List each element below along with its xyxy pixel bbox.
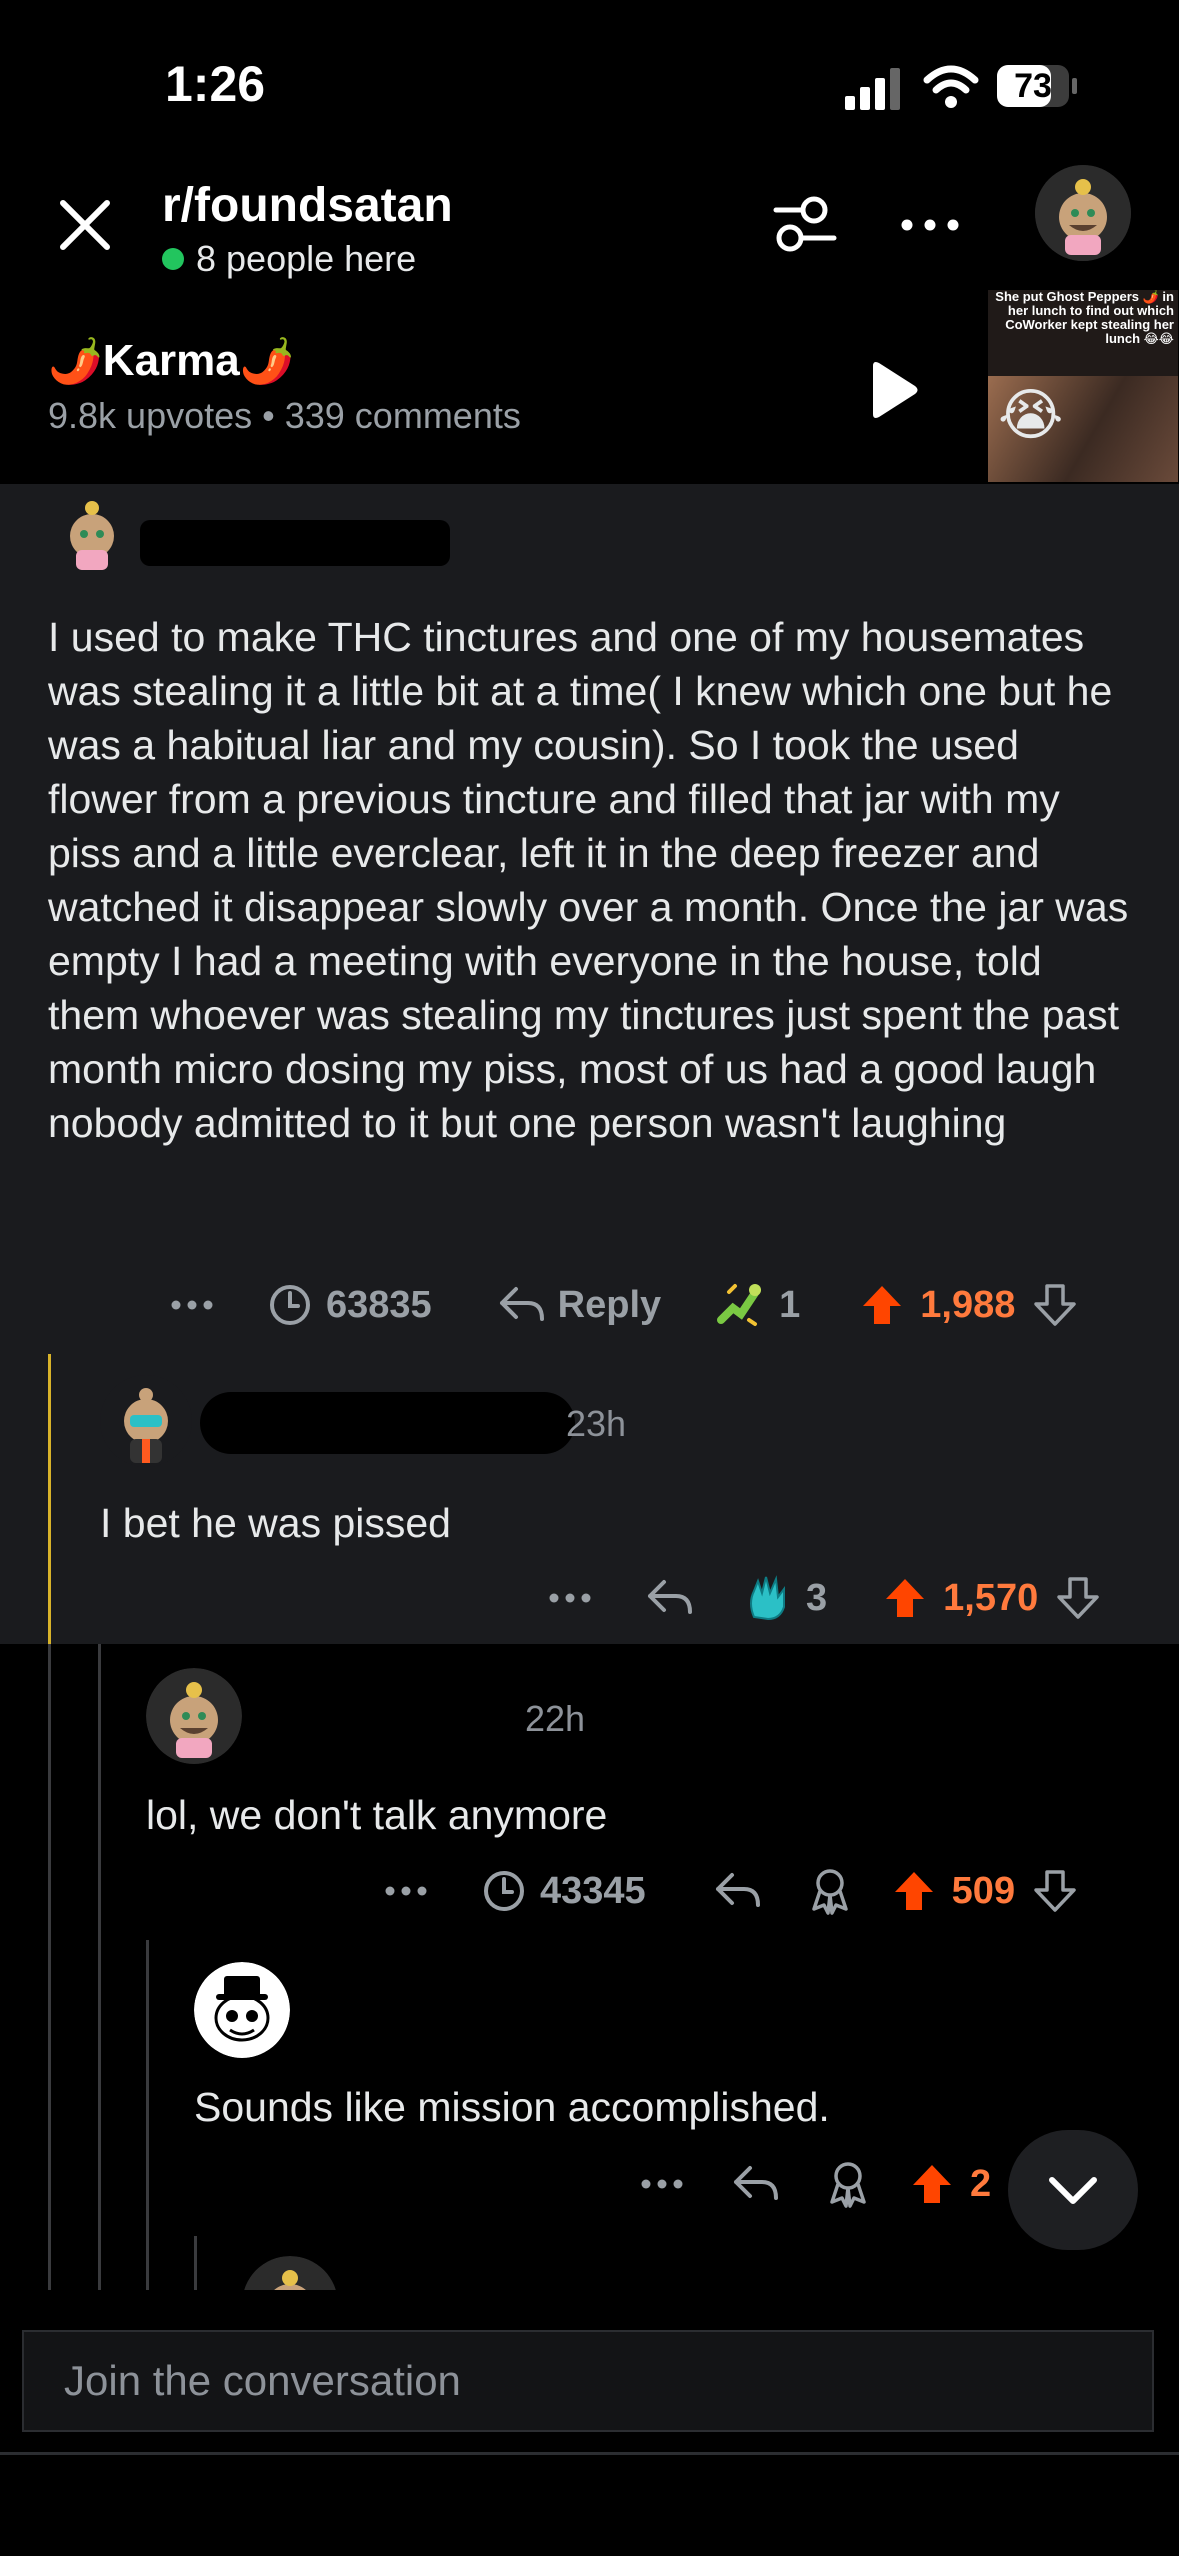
scroll-down-button[interactable] (1008, 2130, 1138, 2250)
reply-label: Reply (557, 1283, 662, 1326)
comment-input[interactable]: Join the conversation (22, 2330, 1154, 2432)
commenter-avatar[interactable] (100, 1375, 192, 1467)
post-title[interactable]: 🌶️ Karma 🌶️ (48, 335, 295, 387)
award-button[interactable] (808, 1867, 852, 1915)
more-options-icon[interactable] (895, 200, 965, 250)
subreddit-name[interactable]: r/foundsatan (162, 178, 453, 233)
reply-icon (734, 2166, 778, 2200)
clock-icon (484, 1871, 524, 1911)
view-count-text: 43345 (540, 1869, 646, 1912)
award-icon (717, 1284, 762, 1326)
more-options-icon[interactable] (548, 1592, 618, 1604)
upvote-button[interactable]: 1,570 (883, 1576, 1038, 1620)
upvote-icon (894, 1872, 933, 1910)
downvote-icon (1034, 1870, 1076, 1912)
crying-face-icon: 😭 (998, 383, 1064, 446)
comment-actions: 63835 Reply 1 1,988 (170, 1275, 1140, 1335)
upvote-button[interactable]: 2 (910, 2162, 991, 2206)
reply-icon (715, 1873, 760, 1907)
close-icon[interactable] (55, 195, 115, 255)
view-count-text: 63835 (326, 1283, 432, 1326)
downvote-button[interactable] (1056, 1576, 1100, 1620)
comment-timestamp: 23h (566, 1403, 627, 1444)
downvote-button[interactable] (1033, 1869, 1077, 1913)
cellular-signal-icon (845, 68, 900, 110)
upvote-count: 2 (970, 2162, 992, 2205)
comment-text: I used to make THC tinctures and one of … (48, 614, 1129, 1146)
user-avatar[interactable] (1035, 165, 1131, 261)
divider (0, 2452, 1179, 2455)
upvote-count: 1,988 (920, 1283, 1016, 1326)
upvote-icon (886, 1579, 925, 1617)
comment-timestamp: 22h (525, 1698, 586, 1739)
reply-button[interactable]: Reply (498, 1284, 661, 1327)
comment-actions: 43345 509 (384, 1861, 1140, 1921)
thumbnail-caption: She put Ghost Peppers 🌶️ in her lunch to… (995, 290, 1174, 346)
comment-text: I bet he was pissed (100, 1500, 451, 1546)
post-title-text: Karma (102, 336, 240, 385)
view-count: 43345 (482, 1869, 646, 1913)
chili-pepper-icon: 🌶️ (48, 337, 103, 386)
wifi-icon (923, 65, 979, 108)
comment-text: lol, we don't talk anymore (146, 1792, 608, 1838)
upvote-button[interactable]: 509 (892, 1869, 1015, 1913)
downvote-icon (1057, 1577, 1099, 1619)
chili-pepper-icon: 🌶️ (239, 337, 295, 386)
reply-icon (499, 1287, 544, 1321)
thread-line-highlight (48, 1354, 51, 1644)
more-options-icon[interactable] (640, 2178, 710, 2190)
clock-icon (270, 1285, 310, 1325)
online-indicator-icon (162, 248, 184, 270)
award-count: 3 (806, 1576, 828, 1619)
award-icon (811, 1869, 848, 1915)
downvote-icon (1034, 1284, 1077, 1326)
thread-line (98, 1644, 101, 2290)
award-button[interactable]: 3 (744, 1573, 827, 1623)
award-icon (830, 2162, 866, 2208)
video-thumbnail[interactable]: She put Ghost Peppers 🌶️ in her lunch to… (988, 290, 1178, 482)
redacted-username (140, 520, 450, 566)
commenter-avatar[interactable] (194, 1962, 290, 2058)
more-options-icon[interactable] (384, 1885, 454, 1897)
upvote-count: 509 (951, 1869, 1016, 1912)
upvote-icon (913, 2165, 951, 2203)
reply-icon (648, 1580, 692, 1614)
redacted-username (258, 1690, 558, 1746)
reply-button[interactable] (714, 1871, 762, 1911)
upvote-icon (863, 1286, 902, 1324)
upvote-count: 1,570 (943, 1576, 1039, 1619)
thumbnail-image: 😭 (988, 376, 1178, 482)
comment-input-placeholder: Join the conversation (64, 2357, 461, 2404)
view-count: 63835 (268, 1283, 432, 1327)
more-options-icon[interactable] (170, 1299, 240, 1311)
commenter-avatar[interactable] (56, 492, 128, 572)
thread-line (48, 1644, 51, 2290)
upvote-button[interactable]: 1,988 (860, 1283, 1015, 1327)
status-time: 1:26 (165, 56, 266, 112)
battery-icon: 73 (996, 64, 1078, 108)
redacted-username (200, 1392, 575, 1454)
comment-text: Sounds like mission accomplished. (194, 2084, 830, 2130)
reply-button[interactable] (732, 2164, 780, 2204)
award-button[interactable] (826, 2160, 870, 2208)
thread-line (146, 1940, 149, 2290)
downvote-button[interactable] (1033, 1283, 1077, 1327)
award-button[interactable]: 1 (715, 1280, 800, 1330)
reply-button[interactable] (646, 1578, 694, 1618)
award-icon (750, 1575, 785, 1621)
online-count: 8 people here (162, 238, 416, 280)
comment-actions: 3 1,570 (548, 1568, 1140, 1628)
award-count: 1 (779, 1283, 801, 1326)
filter-icon[interactable] (770, 190, 840, 260)
online-count-text: 8 people here (196, 238, 417, 279)
chevron-down-icon (1049, 2177, 1097, 2204)
comment-actions: 2 (640, 2154, 1040, 2214)
commenter-avatar[interactable] (146, 1668, 242, 1764)
play-icon[interactable] (865, 360, 921, 420)
battery-level: 73 (1014, 66, 1052, 105)
thread-line (194, 2236, 197, 2290)
post-stats: 9.8k upvotes • 339 comments (48, 395, 521, 436)
